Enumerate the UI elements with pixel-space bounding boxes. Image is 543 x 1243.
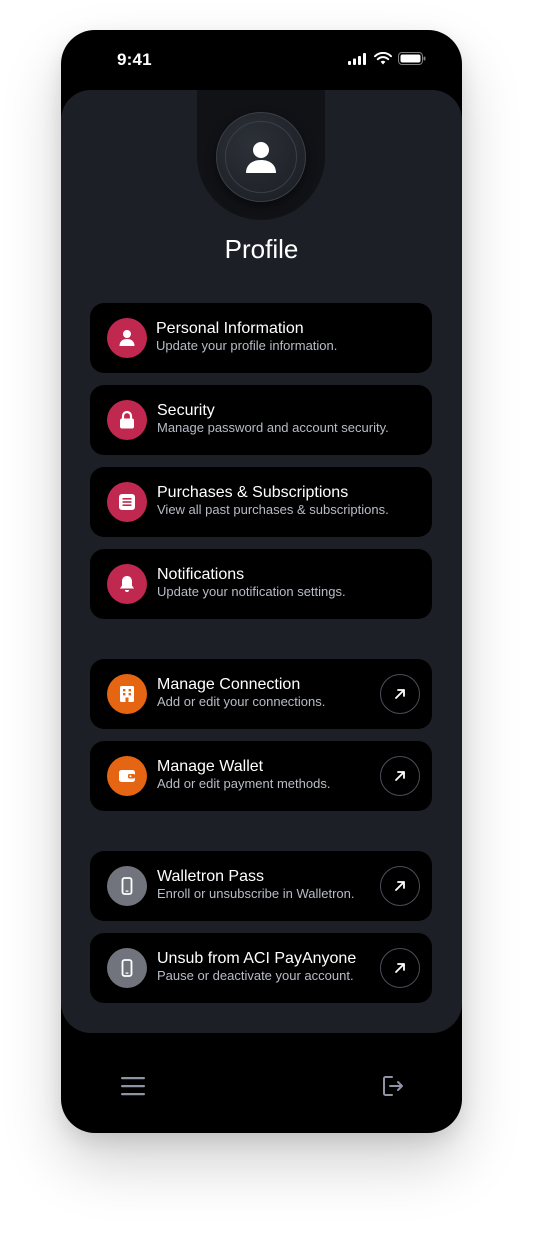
- menu-item-manage-connection[interactable]: Manage Connection Add or edit your conne…: [90, 659, 432, 729]
- menu-icon-badge: [107, 400, 147, 440]
- menu-item-title: Unsub from ACI PayAnyone: [157, 950, 357, 967]
- menu-item-subtitle: Pause or deactivate your account.: [157, 968, 354, 983]
- battery-icon: [398, 52, 426, 65]
- arrow-up-right-icon: [395, 881, 405, 891]
- arrow-up-right-icon: [395, 963, 405, 973]
- menu-icon-badge: [107, 564, 147, 604]
- menu-item-notifications[interactable]: Notifications Update your notification s…: [90, 549, 432, 619]
- menu-item-subtitle: Enroll or unsubscribe in Walletron.: [157, 886, 355, 901]
- status-icons: [348, 52, 426, 65]
- status-time: 9:41: [117, 50, 152, 69]
- avatar-inner: [225, 121, 297, 193]
- logout-button[interactable]: [379, 1072, 407, 1100]
- menu-item-security[interactable]: Security Manage password and account sec…: [90, 385, 432, 455]
- menu-item-walletron-pass[interactable]: Walletron Pass Enroll or unsubscribe in …: [90, 851, 432, 921]
- menu-icon-badge: [107, 756, 147, 796]
- phone-frame: 9:41 Profile Personal Information Update…: [61, 30, 462, 1133]
- menu-item-title: Walletron Pass: [157, 868, 264, 885]
- hamburger-menu-button[interactable]: [119, 1072, 147, 1100]
- lock-icon: [120, 410, 134, 429]
- menu-item-title: Manage Wallet: [157, 758, 264, 775]
- menu-item-manage-wallet[interactable]: Manage Wallet Add or edit payment method…: [90, 741, 432, 811]
- menu-item-subtitle: Update your profile information.: [156, 338, 338, 353]
- menu-icon-badge: [107, 948, 147, 988]
- arrow-up-right-icon: [395, 771, 405, 781]
- menu-item-personal-information[interactable]: Personal Information Update your profile…: [90, 303, 432, 373]
- avatar[interactable]: [216, 112, 306, 202]
- logout-icon: [383, 1076, 403, 1096]
- receipt-icon: [119, 494, 135, 510]
- menu-icon-badge: [107, 482, 147, 522]
- wallet-icon: [119, 770, 135, 782]
- open-external-button[interactable]: [380, 674, 420, 714]
- phone-icon: [121, 877, 133, 895]
- bottom-bar: [61, 1033, 462, 1133]
- menu-icon-badge: [107, 674, 147, 714]
- open-external-button[interactable]: [380, 756, 420, 796]
- menu-item-title: Personal Information: [156, 320, 304, 337]
- menu-item-unsub-aci-payanyone[interactable]: Unsub from ACI PayAnyone Pause or deacti…: [90, 933, 432, 1003]
- menu-icon-badge: [107, 866, 147, 906]
- open-external-button[interactable]: [380, 866, 420, 906]
- menu-item-subtitle: Update your notification settings.: [157, 584, 346, 599]
- menu-item-title: Purchases & Subscriptions: [157, 484, 349, 501]
- open-external-button[interactable]: [380, 948, 420, 988]
- status-bar: 9:41: [61, 30, 462, 90]
- menu-item-subtitle: Add or edit your connections.: [157, 694, 326, 709]
- profile-panel: Profile Personal Information Update your…: [61, 90, 462, 1033]
- menu-icon-badge: [107, 318, 147, 358]
- user-icon: [246, 142, 276, 173]
- menu-item-title: Security: [157, 402, 215, 419]
- arrow-up-right-icon: [395, 689, 405, 699]
- wifi-icon: [374, 52, 392, 65]
- menu-item-title: Manage Connection: [157, 676, 301, 693]
- menu-item-purchases-subscriptions[interactable]: Purchases & Subscriptions View all past …: [90, 467, 432, 537]
- phone-icon: [121, 959, 133, 977]
- bell-icon: [120, 576, 134, 592]
- page-title: Profile: [224, 234, 299, 264]
- building-icon: [120, 686, 134, 702]
- menu-item-subtitle: Add or edit payment methods.: [157, 776, 331, 791]
- hamburger-menu-icon: [121, 1077, 145, 1096]
- menu-item-subtitle: View all past purchases & subscriptions.: [157, 502, 389, 517]
- signal-icon: [348, 52, 366, 65]
- menu-item-subtitle: Manage password and account security.: [157, 420, 389, 435]
- menu-item-title: Notifications: [157, 566, 245, 583]
- user-icon: [119, 330, 135, 346]
